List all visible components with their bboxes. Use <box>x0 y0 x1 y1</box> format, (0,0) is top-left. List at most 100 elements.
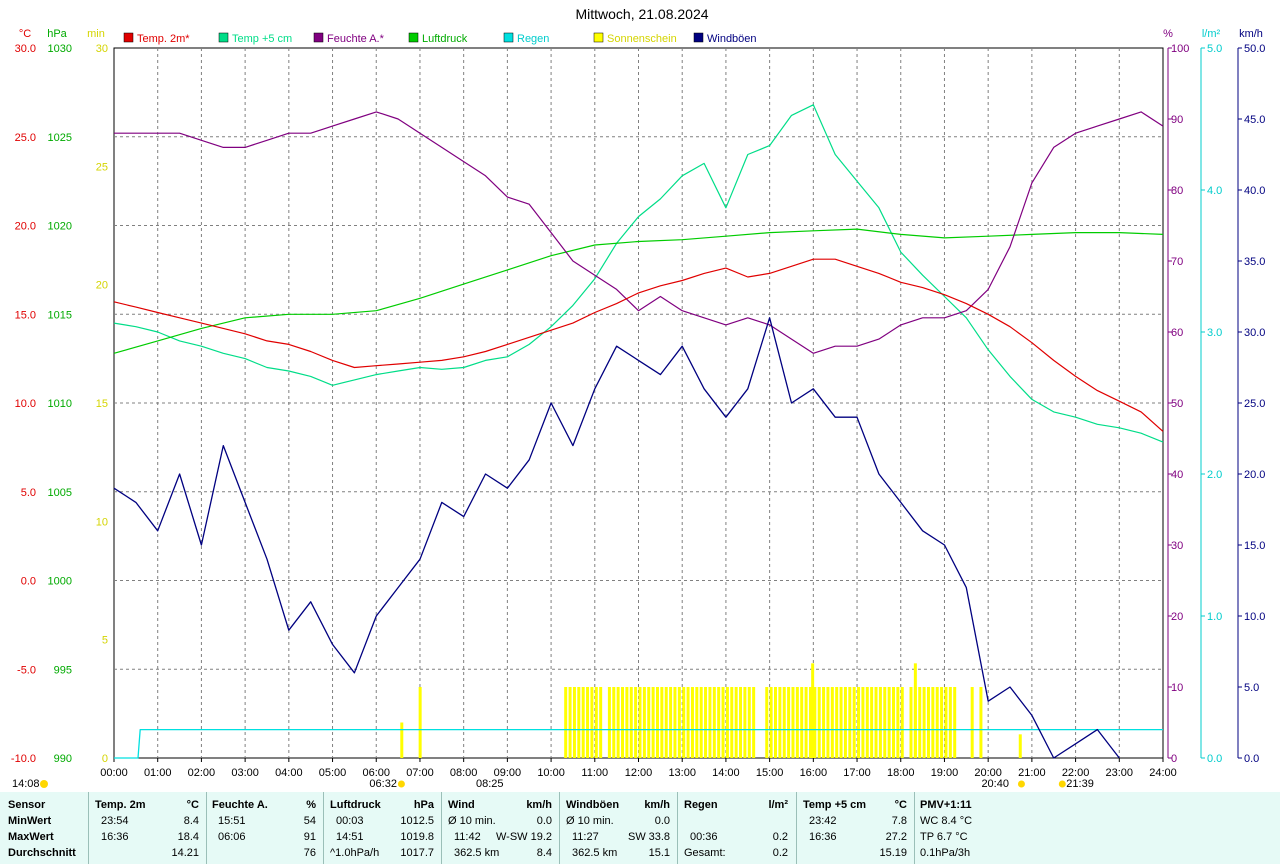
temp-tick-label: 15.0 <box>15 309 36 321</box>
wind-distance: 362.5 km <box>454 847 500 859</box>
column-divider <box>559 792 560 864</box>
gust-max-direction: SW <box>628 831 646 843</box>
legend-swatch <box>408 32 419 43</box>
pmv-pressure-trend: 0.1hPa/3h <box>920 847 971 859</box>
sunshine-tick-label: 0 <box>102 753 108 765</box>
sunshine-bar <box>800 687 804 758</box>
sunshine-bar <box>669 687 673 758</box>
chart-title: Mittwoch, 21.08.2024 <box>575 6 708 22</box>
humidity-tick-label: 10 <box>1171 682 1183 694</box>
humidity-tick-label: 90 <box>1171 114 1183 126</box>
wind-max-time: 11:42 <box>454 831 481 843</box>
sunshine-bar <box>769 687 773 758</box>
gust-max-time: 11:27 <box>572 831 599 843</box>
sunshine-bar <box>690 687 694 758</box>
wind-tick-label: 10.0 <box>1244 611 1265 623</box>
sensor-column: Sensor MinWert MaxWert Durchschnitt <box>8 792 88 864</box>
sunshine-bar <box>874 687 878 758</box>
sunshine-tick-label: 10 <box>96 516 108 528</box>
wind-tick-label: 20.0 <box>1244 469 1265 481</box>
rain-max-time: 00:36 <box>690 831 718 843</box>
wind-avg10: 0.0 <box>536 815 552 827</box>
sunshine-bar <box>564 687 568 758</box>
sunshine-bar <box>739 687 743 758</box>
pmv-header: PMV+1:11 <box>920 799 972 811</box>
wind-avg10-label: Ø 10 min. <box>448 815 496 827</box>
rain-tick-label: 2.0 <box>1207 469 1222 481</box>
wind-tick-label: 25.0 <box>1244 398 1265 410</box>
sunshine-bar <box>686 687 690 758</box>
rain-tick-label: 0.0 <box>1207 753 1222 765</box>
x-tick-label: 14:00 <box>712 767 740 779</box>
humidity-tick-label: 20 <box>1171 611 1183 623</box>
x-tick-label: 17:00 <box>843 767 871 779</box>
humidity-tick-label: 70 <box>1171 256 1183 268</box>
humidity-min-time: 15:51 <box>218 815 246 827</box>
humidity-header: Feuchte A. <box>212 799 268 811</box>
gust-avg: 15.1 <box>648 847 670 859</box>
sunshine-bar <box>1018 734 1022 758</box>
temp5cm-header: Temp +5 cm <box>803 799 867 811</box>
wind-unit-label: km/h <box>1239 28 1263 40</box>
sunshine-bar <box>782 687 786 758</box>
humidity-max: 91 <box>303 831 316 843</box>
temp-tick-label: 20.0 <box>15 221 36 233</box>
sunshine-bar <box>734 687 738 758</box>
temp5cm-min: 7.8 <box>891 815 907 827</box>
gust-unit: km/h <box>644 799 670 811</box>
temp2m-column: Temp. 2m °C 23:54 8.4 16:36 18.4 14.21 <box>95 792 205 864</box>
humidity-unit: % <box>306 799 316 811</box>
sunshine-bar <box>607 687 611 758</box>
sunshine-bar <box>817 687 821 758</box>
sunshine-bar <box>822 687 826 758</box>
rain-column: Regen l/m² 00:36 0.2 Gesamt: 0.2 <box>684 792 794 864</box>
sunshine-bar <box>586 687 590 758</box>
sunshine-bar <box>655 687 659 758</box>
temp5cm-max-time: 16:36 <box>809 831 837 843</box>
sunshine-bar <box>725 687 729 758</box>
x-tick-label: 04:00 <box>275 767 303 779</box>
x-tick-label: 23:00 <box>1106 767 1134 779</box>
sunshine-bar <box>878 687 882 758</box>
sunshine-bar <box>865 687 869 758</box>
rain-header: Regen <box>684 799 718 811</box>
sunshine-tick-label: 15 <box>96 398 108 410</box>
moonrise-time: 08:25 <box>476 778 504 790</box>
sunshine-bar <box>830 687 834 758</box>
humidity-tick-label: 30 <box>1171 540 1183 552</box>
temp-unit-label: °C <box>19 28 31 40</box>
sunshine-bar <box>677 687 681 758</box>
sunshine-bar <box>721 687 725 758</box>
legend-swatch <box>593 32 604 43</box>
sunshine-bar <box>887 687 891 758</box>
wind-max-direction: W-SW <box>496 831 528 843</box>
temp2m-max-time: 16:36 <box>101 831 129 843</box>
sunshine-bar <box>621 687 625 758</box>
sunshine-bar <box>629 687 633 758</box>
temp5cm-max: 27.2 <box>885 831 907 843</box>
temp2m-max: 18.4 <box>177 831 199 843</box>
sunshine-bar <box>572 687 576 758</box>
rain-tick-label: 5.0 <box>1207 43 1222 55</box>
row-label-min: MinWert <box>8 815 52 827</box>
sunshine-bar <box>400 722 404 758</box>
sunshine-bar <box>673 687 677 758</box>
sunshine-bar <box>708 687 712 758</box>
rain-unit-label: l/m² <box>1202 28 1221 40</box>
sunshine-bar <box>577 687 581 758</box>
pressure-min: 1012.5 <box>400 815 434 827</box>
sunrise-time: 06:32 <box>369 778 397 790</box>
sunset-sun-icon <box>1017 780 1025 788</box>
pressure-tick-label: 1010 <box>48 398 72 410</box>
sunshine-bar <box>953 687 957 758</box>
sunshine-bar <box>695 687 699 758</box>
rain-unit: l/m² <box>768 799 788 811</box>
sensor-header: Sensor <box>8 799 46 811</box>
x-tick-label: 11:00 <box>581 767 608 779</box>
rain-tick-label: 3.0 <box>1207 327 1222 339</box>
temp2m-unit: °C <box>186 799 199 811</box>
sunshine-bar <box>647 687 651 758</box>
chart-legend: Temp. 2m* Temp +5 cm Feuchte A.* Luftdruck R… <box>123 32 757 45</box>
sunshine-bar <box>616 687 620 758</box>
wind-tick-label: 40.0 <box>1244 185 1265 197</box>
